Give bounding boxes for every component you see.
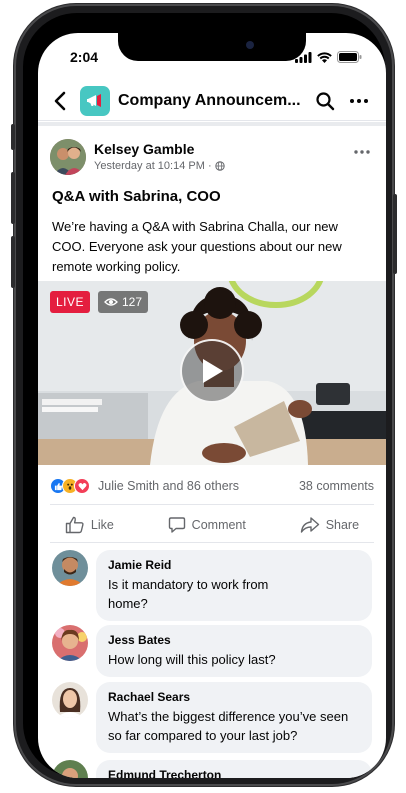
notch <box>118 33 306 61</box>
reactions-bar[interactable]: Julie Smith and 86 others 38 comments <box>50 476 374 496</box>
like-button[interactable]: Like <box>65 511 114 539</box>
section-divider <box>38 122 386 126</box>
more-options-icon[interactable] <box>349 91 369 111</box>
commenter-avatar[interactable] <box>52 760 88 778</box>
viewer-count-badge: 127 <box>98 291 149 313</box>
comment-bubble[interactable]: Jamie Reid Is it mandatory to work from … <box>96 550 372 621</box>
live-badge: LIVE <box>50 291 91 313</box>
screen: 2:04 Company Announcem... Kelsey Gamble … <box>38 33 386 778</box>
post-header: Kelsey Gamble Yesterday at 10:14 PM · <box>50 139 374 179</box>
battery-icon <box>337 51 362 63</box>
love-reaction-icon <box>74 478 90 494</box>
post-timestamp: Yesterday at 10:14 PM · <box>94 160 212 172</box>
author-avatar[interactable] <box>50 139 86 175</box>
comment-label: Comment <box>191 518 246 532</box>
group-header: Company Announcem... <box>38 81 386 121</box>
live-video[interactable]: LIVE 127 <box>38 281 386 465</box>
post-body: We’re having a Q&A with Sabrina Challa, … <box>52 219 342 274</box>
commenter-name[interactable]: Jess Bates <box>108 633 360 647</box>
comment-button[interactable]: Comment <box>168 511 246 539</box>
comments-count[interactable]: 38 comments <box>299 479 374 493</box>
power-button <box>393 194 397 274</box>
comment-text: How long will this policy last? <box>108 652 276 667</box>
post-meta: Yesterday at 10:14 PM · <box>94 160 225 172</box>
group-title[interactable]: Company Announcem... <box>118 92 303 110</box>
eye-icon <box>104 298 118 306</box>
post-author[interactable]: Kelsey Gamble <box>94 141 194 157</box>
like-label: Like <box>90 518 114 532</box>
post-more-icon[interactable] <box>354 149 370 155</box>
share-icon <box>300 517 319 533</box>
volume-up-button <box>11 172 15 224</box>
reaction-icons <box>50 478 90 494</box>
mute-switch <box>11 124 15 150</box>
post-actions: Like Comment Share <box>38 511 386 539</box>
commenter-avatar[interactable] <box>52 625 88 661</box>
reaction-summary: Julie Smith and 86 others <box>98 479 240 493</box>
author-photo <box>50 139 86 175</box>
comment-icon <box>168 517 185 533</box>
play-button[interactable] <box>180 339 244 403</box>
commenter-avatar[interactable] <box>52 682 88 718</box>
reactions-divider <box>50 504 374 505</box>
wifi-icon <box>317 52 332 63</box>
comment-text: What’s the biggest difference you’ve see… <box>108 709 349 743</box>
viewer-count: 127 <box>122 295 143 309</box>
status-time: 2:04 <box>70 49 99 65</box>
commenter-name[interactable]: Rachael Sears <box>108 690 360 704</box>
comment-bubble[interactable]: Rachael Sears What’s the biggest differe… <box>96 682 372 753</box>
front-camera <box>246 41 254 49</box>
commenter-name[interactable]: Edmund Trecherton <box>108 768 360 778</box>
play-icon <box>203 359 223 383</box>
thumbs-up-icon <box>65 516 84 534</box>
back-arrow-icon[interactable] <box>50 90 72 112</box>
share-label: Share <box>325 518 360 532</box>
group-avatar[interactable] <box>80 85 110 116</box>
megaphone-icon <box>87 93 101 107</box>
comment-bubble[interactable]: Jess Bates How long will this policy las… <box>96 625 372 677</box>
share-button[interactable]: Share <box>300 511 359 539</box>
commenter-avatar[interactable] <box>52 550 88 586</box>
globe-icon <box>214 161 225 171</box>
search-icon[interactable] <box>315 91 335 111</box>
comment-bubble[interactable]: Edmund Trecherton <box>96 760 372 778</box>
actions-divider <box>50 542 374 543</box>
post-title: Q&A with Sabrina, COO <box>52 188 221 205</box>
commenter-name[interactable]: Jamie Reid <box>108 558 360 572</box>
volume-down-button <box>11 236 15 288</box>
comment-text: Is it mandatory to work from home? <box>108 577 269 611</box>
status-icons <box>295 51 362 63</box>
